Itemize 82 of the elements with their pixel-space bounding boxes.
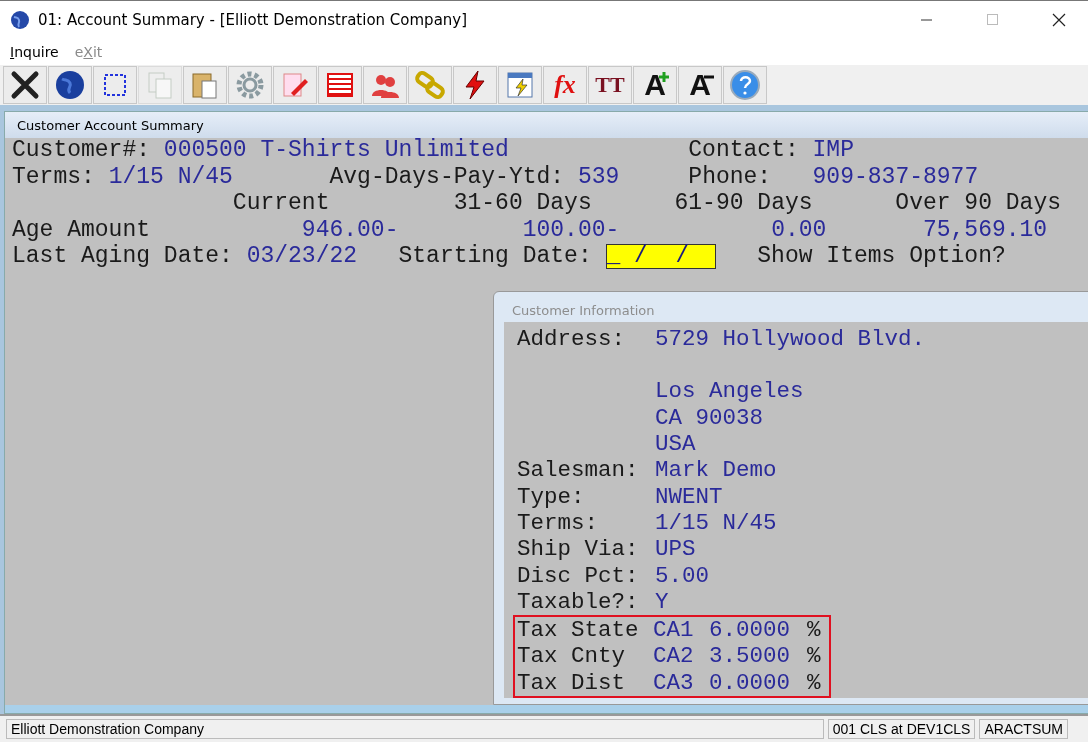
tax-code: CA3 bbox=[653, 669, 695, 697]
field-value: USA bbox=[655, 431, 697, 459]
field-value: 946.00- bbox=[301, 216, 399, 244]
toolbar-button[interactable] bbox=[273, 66, 317, 104]
window-title: Customer Information bbox=[511, 301, 656, 320]
field-value: IMP bbox=[812, 137, 854, 165]
field-label: Contact: bbox=[688, 137, 799, 165]
field-label: Current bbox=[232, 190, 330, 218]
toolbar-button[interactable] bbox=[318, 66, 362, 104]
field-value: Mark Demo bbox=[655, 457, 778, 485]
field-label: Age Amount bbox=[12, 216, 151, 244]
globe-icon bbox=[10, 10, 30, 30]
field-value: 000500 T-Shirts Unlimited bbox=[163, 137, 509, 165]
toolbar-button[interactable]: A bbox=[678, 66, 722, 104]
field-label: Tax Dist bbox=[517, 669, 627, 697]
field-label: 61-90 Days bbox=[674, 190, 813, 218]
field-label: Last Aging Date: bbox=[12, 242, 233, 271]
toolbar-button[interactable] bbox=[93, 66, 137, 104]
field-value: 539 bbox=[577, 163, 620, 192]
toolbar-button[interactable]: A bbox=[633, 66, 677, 104]
tax-code: CA2 bbox=[653, 643, 695, 671]
field-label: Tax Cnty bbox=[517, 643, 627, 671]
toolbar-button[interactable] bbox=[363, 66, 407, 104]
field-value: 5729 Hollywood Blvd. bbox=[655, 325, 927, 353]
field-label: Taxable?: bbox=[517, 588, 640, 616]
field-value: 03/23/22 bbox=[246, 242, 358, 271]
field-label: Show Items Option? bbox=[757, 242, 1006, 271]
toolbar-button[interactable]: TT bbox=[588, 66, 632, 104]
status-text: 001 CLS at DEV1CLS bbox=[827, 719, 976, 739]
field-value: 1/15 N/45 bbox=[655, 509, 778, 537]
field-label: Customer#: bbox=[12, 137, 151, 165]
field-value: 75,569.10 bbox=[922, 216, 1048, 244]
field-label: Phone: bbox=[688, 163, 772, 192]
field-label: Address: bbox=[517, 325, 627, 353]
field-label: Terms: bbox=[517, 509, 599, 537]
globe-icon bbox=[54, 69, 86, 101]
field-label: Terms: bbox=[12, 163, 95, 192]
field-value: 100.00- bbox=[522, 216, 620, 245]
field-label: Salesman: bbox=[517, 457, 640, 485]
window-title: 01: Account Summary - [Elliott Demonstration Company] bbox=[38, 11, 469, 29]
toolbar-button[interactable] bbox=[453, 66, 497, 104]
window-lightning-icon bbox=[504, 69, 536, 101]
status-text: ARACTSUM bbox=[979, 719, 1068, 739]
field-label: Over 90 Days bbox=[895, 190, 1061, 218]
field-value: 1/15 N/45 bbox=[108, 163, 233, 192]
close-icon bbox=[1052, 13, 1066, 27]
menu-item[interactable]: Inquire bbox=[10, 44, 59, 60]
maximize-icon bbox=[987, 14, 999, 26]
chain-link-icon bbox=[414, 69, 446, 101]
field-value: Y bbox=[655, 588, 670, 616]
toolbar-button[interactable]: fx bbox=[543, 66, 587, 104]
field-label: Type: bbox=[517, 483, 586, 511]
field-value: CA 90038 bbox=[655, 404, 765, 432]
field-value: 909-837-8977 bbox=[812, 163, 979, 192]
field-label: Starting Date: bbox=[398, 242, 592, 271]
panel-title: Customer Account Summary bbox=[5, 112, 1088, 138]
field-value: Los Angeles bbox=[655, 378, 805, 406]
field-label: Disc Pct: bbox=[517, 562, 640, 590]
toolbar-button[interactable] bbox=[723, 66, 767, 104]
field-value: 0.00 bbox=[771, 216, 827, 244]
tax-rate: 0.0000 bbox=[709, 669, 791, 697]
tax-code: CA1 bbox=[653, 617, 695, 645]
field-label: 31-60 Days bbox=[453, 190, 592, 218]
help-icon bbox=[729, 69, 761, 101]
percent-sign: % bbox=[807, 643, 822, 671]
tax-rate: 6.0000 bbox=[709, 617, 791, 645]
close-button[interactable] bbox=[3, 66, 47, 104]
toolbar-button[interactable] bbox=[48, 66, 92, 104]
percent-sign: % bbox=[807, 617, 822, 645]
date-input-field[interactable]: _ / / bbox=[605, 244, 716, 270]
field-label: Avg-Days-Pay-Ytd: bbox=[329, 163, 565, 192]
field-value: UPS bbox=[655, 536, 697, 564]
percent-sign: % bbox=[807, 669, 822, 697]
tax-rate: 3.5000 bbox=[709, 643, 791, 671]
field-value: NWENT bbox=[655, 483, 724, 511]
field-label: Ship Via: bbox=[517, 536, 640, 564]
close-icon bbox=[9, 69, 41, 101]
toolbar-button[interactable] bbox=[498, 66, 542, 104]
gear-icon bbox=[234, 69, 266, 101]
status-text: Elliott Demonstration Company bbox=[6, 719, 824, 739]
field-label: Tax State bbox=[517, 617, 640, 645]
field-value: 5.00 bbox=[655, 562, 710, 590]
